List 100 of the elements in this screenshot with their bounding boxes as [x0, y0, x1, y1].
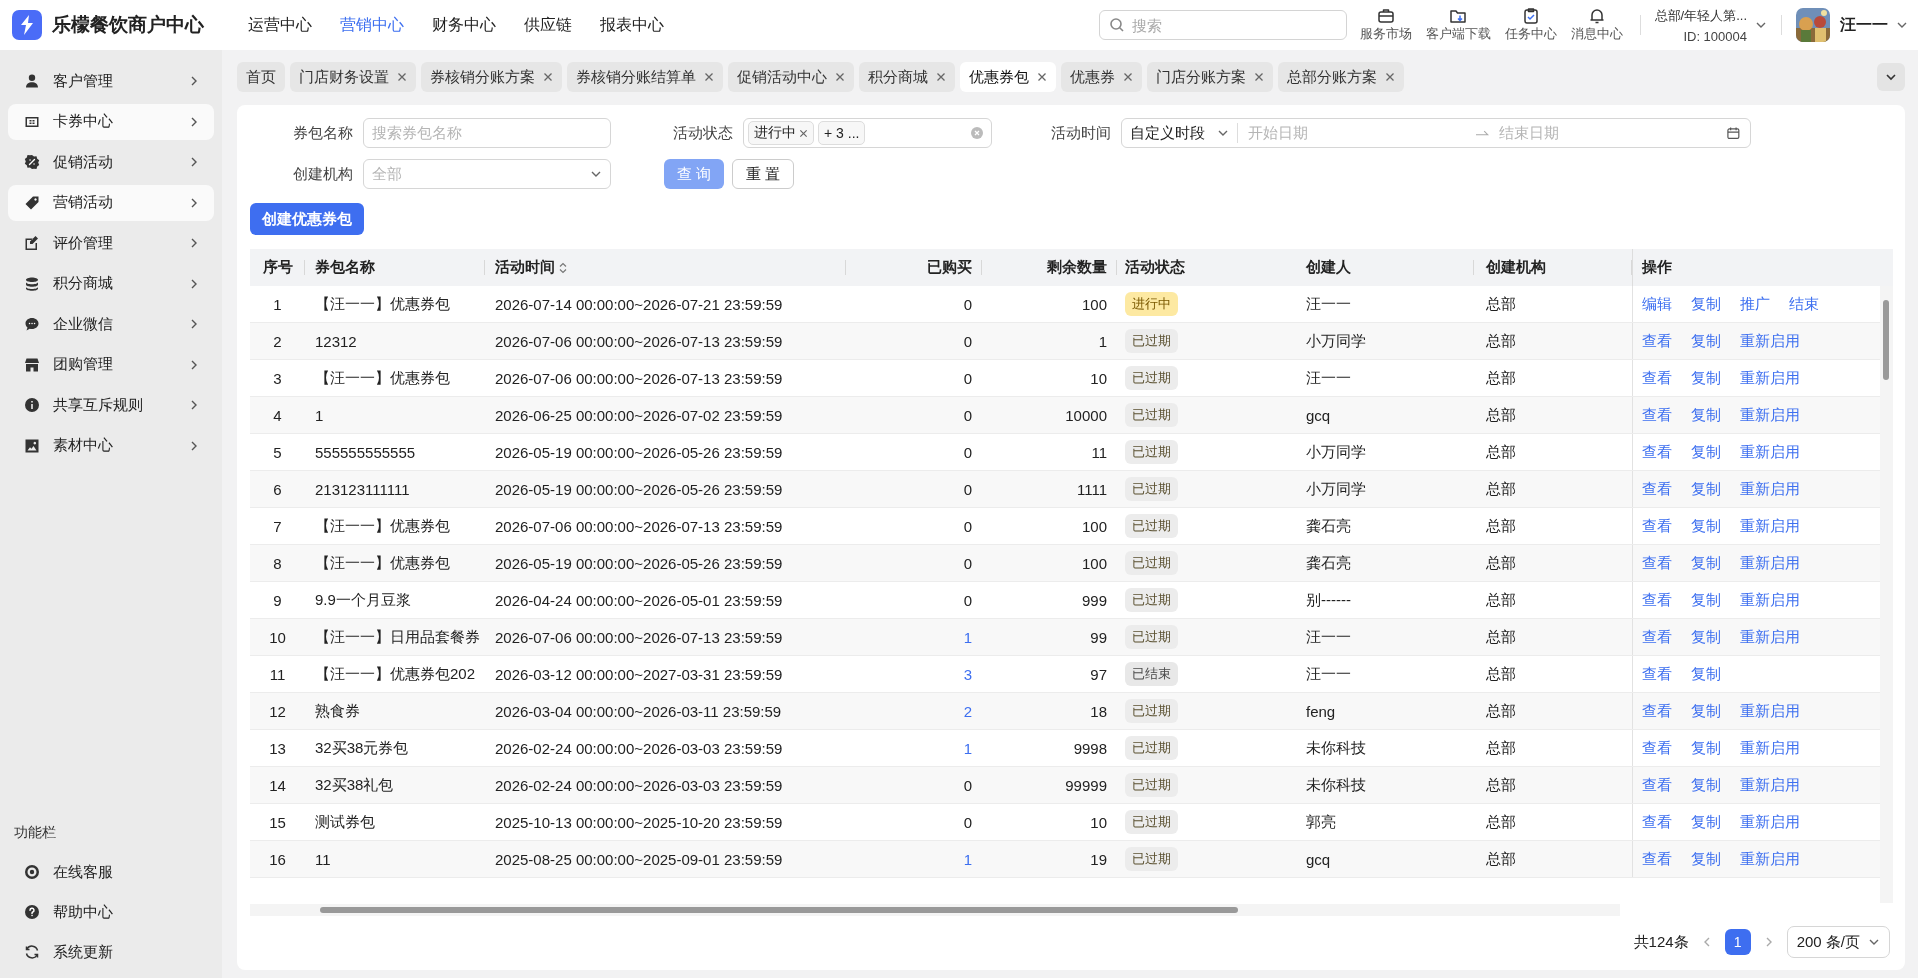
- date-input-field[interactable]: 结束日期: [1497, 124, 1720, 142]
- close-icon[interactable]: [704, 72, 714, 82]
- multi-select-field[interactable]: 进行中 + 3 ...: [743, 118, 992, 148]
- sidebar-item[interactable]: 团购管理: [8, 346, 214, 383]
- close-icon[interactable]: [835, 72, 845, 82]
- sidebar-item[interactable]: 卡券中心: [8, 103, 214, 140]
- page-tab[interactable]: 优惠券: [1061, 62, 1142, 92]
- sort-icon[interactable]: [559, 261, 567, 274]
- close-icon[interactable]: [1254, 72, 1264, 82]
- search-field[interactable]: 搜索: [1098, 10, 1347, 40]
- action-link[interactable]: 复制: [1691, 627, 1721, 647]
- action-link[interactable]: 结束: [1789, 294, 1819, 314]
- action-link[interactable]: 查看: [1642, 701, 1672, 721]
- query-button[interactable]: 查 询: [664, 159, 725, 189]
- action-link[interactable]: 复制: [1691, 590, 1721, 610]
- sidebar-item[interactable]: 积分商城: [8, 265, 214, 302]
- nav-tab[interactable]: 报表中心: [600, 14, 664, 36]
- page-tab[interactable]: 促销活动中心: [728, 62, 854, 92]
- action-link[interactable]: 重新启用: [1740, 812, 1800, 832]
- sidebar-item[interactable]: 帮助中心: [8, 894, 214, 930]
- sidebar-item[interactable]: 在线客服: [8, 854, 214, 890]
- action-link[interactable]: 重新启用: [1740, 479, 1800, 499]
- action-link[interactable]: 复制: [1691, 516, 1721, 536]
- action-link[interactable]: 重新启用: [1740, 627, 1800, 647]
- nav-tab[interactable]: 财务中心: [432, 14, 496, 36]
- nav-tab[interactable]: 运营中心: [248, 14, 312, 36]
- purchase-count-link[interactable]: 1: [963, 628, 972, 646]
- action-link[interactable]: 查看: [1642, 812, 1672, 832]
- sidebar-item[interactable]: 营销活动: [8, 184, 214, 221]
- sidebar-item[interactable]: 素材中心: [8, 427, 214, 464]
- action-link[interactable]: 查看: [1642, 516, 1672, 536]
- page-tab[interactable]: 门店财务设置: [290, 62, 416, 92]
- action-link[interactable]: 编辑: [1642, 294, 1672, 314]
- action-link[interactable]: 复制: [1691, 775, 1721, 795]
- date-input-field[interactable]: 开始日期: [1246, 124, 1469, 142]
- action-link[interactable]: 复制: [1691, 405, 1721, 425]
- page-size-dropdown[interactable]: 200 条/页: [1786, 926, 1890, 958]
- action-link[interactable]: 重新启用: [1740, 516, 1800, 536]
- page-tab[interactable]: 首页: [237, 62, 285, 92]
- action-link[interactable]: 复制: [1691, 812, 1721, 832]
- nav-tab[interactable]: 供应链: [524, 14, 572, 36]
- page-tab[interactable]: 门店分账方案: [1147, 62, 1273, 92]
- action-link[interactable]: 重新启用: [1740, 331, 1800, 351]
- page-tab[interactable]: 券核销分账结算单: [567, 62, 723, 92]
- page-tab[interactable]: 总部分账方案: [1278, 62, 1404, 92]
- action-link[interactable]: 查看: [1642, 590, 1672, 610]
- action-link[interactable]: 复制: [1691, 368, 1721, 388]
- action-link[interactable]: 复制: [1691, 294, 1721, 314]
- dropdown-field[interactable]: 自定义时段: [1122, 123, 1238, 143]
- calendar-icon[interactable]: [1727, 126, 1740, 140]
- page-tab[interactable]: 券核销分账方案: [421, 62, 562, 92]
- create-button[interactable]: 创建优惠券包: [250, 203, 364, 235]
- action-link[interactable]: 复制: [1691, 442, 1721, 462]
- action-link[interactable]: 复制: [1691, 738, 1721, 758]
- toolbar-button[interactable]: 客户端下载: [1422, 7, 1494, 43]
- action-link[interactable]: 查看: [1642, 405, 1672, 425]
- action-link[interactable]: 查看: [1642, 553, 1672, 573]
- action-link[interactable]: 查看: [1642, 479, 1672, 499]
- toolbar-button[interactable]: 任务中心: [1501, 7, 1560, 43]
- action-link[interactable]: 复制: [1691, 553, 1721, 573]
- action-link[interactable]: 查看: [1642, 849, 1672, 869]
- close-icon[interactable]: [799, 128, 808, 138]
- action-link[interactable]: 重新启用: [1740, 775, 1800, 795]
- close-icon[interactable]: [1037, 72, 1047, 82]
- action-link[interactable]: 复制: [1691, 849, 1721, 869]
- purchase-count-link[interactable]: 2: [963, 702, 972, 720]
- input-field[interactable]: 搜索券包名称: [363, 118, 611, 148]
- purchase-count-link[interactable]: 3: [963, 665, 972, 683]
- purchase-count-link[interactable]: 1: [963, 739, 972, 757]
- action-link[interactable]: 推广: [1740, 294, 1770, 314]
- sidebar-item[interactable]: 企业微信: [8, 306, 214, 342]
- action-link[interactable]: 重新启用: [1740, 849, 1800, 869]
- action-link[interactable]: 复制: [1691, 701, 1721, 721]
- close-icon[interactable]: [936, 72, 946, 82]
- nav-tab[interactable]: 营销中心: [340, 14, 404, 36]
- close-icon[interactable]: [1385, 72, 1395, 82]
- vertical-scrollbar[interactable]: [1880, 286, 1893, 903]
- action-link[interactable]: 查看: [1642, 442, 1672, 462]
- action-link[interactable]: 重新启用: [1740, 701, 1800, 721]
- action-link[interactable]: 复制: [1691, 479, 1721, 499]
- page-button[interactable]: 1: [1724, 929, 1751, 955]
- close-icon[interactable]: [543, 72, 553, 82]
- action-link[interactable]: 重新启用: [1740, 405, 1800, 425]
- close-icon[interactable]: [397, 72, 407, 82]
- page-tab[interactable]: 优惠券包: [960, 62, 1056, 92]
- action-link[interactable]: 查看: [1642, 775, 1672, 795]
- close-icon[interactable]: [1123, 72, 1133, 82]
- sidebar-item[interactable]: 客户管理: [8, 63, 214, 99]
- action-link[interactable]: 查看: [1642, 738, 1672, 758]
- action-link[interactable]: 重新启用: [1740, 442, 1800, 462]
- horizontal-scrollbar[interactable]: [250, 904, 1620, 916]
- action-link[interactable]: 重新启用: [1740, 553, 1800, 573]
- action-link[interactable]: 查看: [1642, 368, 1672, 388]
- action-link[interactable]: 重新启用: [1740, 590, 1800, 610]
- action-link[interactable]: 复制: [1691, 664, 1721, 684]
- tabs-dropdown-button[interactable]: [1877, 63, 1905, 91]
- sidebar-item[interactable]: 共享互斥规则: [8, 387, 214, 423]
- action-link[interactable]: 复制: [1691, 331, 1721, 351]
- action-link[interactable]: 重新启用: [1740, 368, 1800, 388]
- reset-button[interactable]: 重 置: [732, 159, 795, 189]
